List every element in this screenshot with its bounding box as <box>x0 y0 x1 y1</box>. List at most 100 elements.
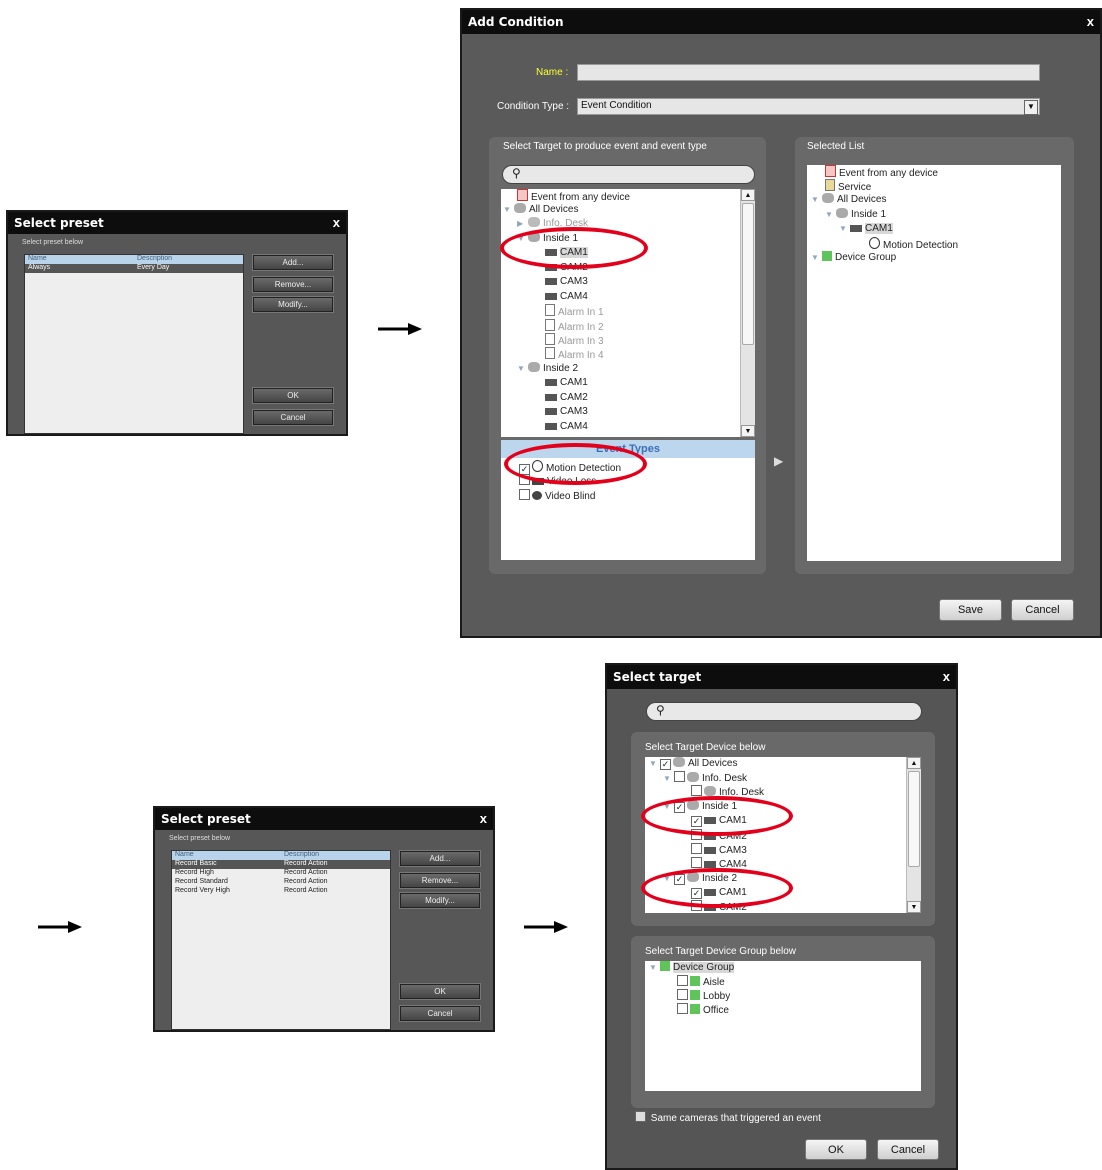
close-icon[interactable]: x <box>480 808 487 830</box>
selected-item[interactable]: Service <box>825 179 871 193</box>
selected-item[interactable]: ▼ Device Group <box>811 251 896 265</box>
list-item[interactable]: Record High Record Action <box>172 869 390 878</box>
target-panel: Select Target to produce event and event… <box>489 137 766 574</box>
add-condition-dialog: Add Condition x Name : Condition Type : … <box>460 8 1102 638</box>
cancel-button[interactable]: Cancel <box>877 1139 939 1160</box>
highlight-ellipse <box>504 443 647 485</box>
search-input[interactable]: ⚲ <box>646 702 922 721</box>
selected-item[interactable]: Motion Detection <box>869 237 958 251</box>
cancel-button[interactable]: Cancel <box>252 409 334 426</box>
select-preset-dialog-1: Select preset x Select preset below Name… <box>6 210 348 436</box>
selected-item[interactable]: Event from any device <box>825 165 938 179</box>
tree-item[interactable]: ▼ ✓ All Devices <box>649 757 737 771</box>
device-tree[interactable]: Event from any device ▼ All Devices ▶ Info… <box>501 189 755 437</box>
device-folder-icon <box>836 208 848 218</box>
scroll-thumb[interactable] <box>908 771 920 867</box>
selected-item[interactable]: ▼ Inside 1 <box>825 208 886 222</box>
item-name: Record High <box>175 869 214 876</box>
tree-item[interactable]: Office <box>677 1003 729 1017</box>
ok-button[interactable]: OK <box>252 387 334 404</box>
checkbox[interactable] <box>691 785 702 796</box>
selected-panel: Selected List Event from any device Serv… <box>795 137 1074 574</box>
chevron-down-icon[interactable]: ▼ <box>1024 100 1038 115</box>
modify-button[interactable]: Modify... <box>399 892 481 909</box>
scroll-thumb[interactable] <box>742 203 754 345</box>
event-type-item[interactable]: Video Blind <box>519 489 595 503</box>
close-icon[interactable]: x <box>333 212 340 234</box>
add-button[interactable]: Add... <box>399 850 481 867</box>
tree-item[interactable]: ▼ Device Group <box>649 961 735 975</box>
tree-item[interactable]: CAM3 <box>545 275 588 289</box>
checkbox[interactable] <box>691 843 702 854</box>
close-icon[interactable]: x <box>1087 10 1094 34</box>
tree-item[interactable]: Alarm In 1 <box>545 304 604 318</box>
scroll-down-icon[interactable]: ▼ <box>741 425 755 437</box>
name-field[interactable] <box>577 64 1040 81</box>
checkbox[interactable] <box>677 1003 688 1014</box>
device-folder-icon <box>704 786 716 796</box>
tree-item[interactable]: CAM4 <box>545 420 588 434</box>
right-arrow-icon <box>38 921 82 933</box>
remove-button[interactable]: Remove... <box>252 276 334 293</box>
ok-button[interactable]: OK <box>805 1139 867 1160</box>
scroll-up-icon[interactable]: ▲ <box>741 189 755 201</box>
right-arrow-icon <box>378 323 422 335</box>
list-item[interactable]: Record Basic Record Action <box>172 860 390 869</box>
add-to-list-icon[interactable]: ▶ <box>774 454 783 468</box>
save-button[interactable]: Save <box>939 599 1002 621</box>
device-group-icon <box>690 1004 700 1014</box>
checkbox[interactable] <box>691 857 702 868</box>
tree-scrollbar[interactable]: ▲ ▼ <box>740 189 755 437</box>
checkbox[interactable]: ✓ <box>660 759 671 770</box>
tree-item[interactable]: ▼ All Devices <box>503 203 578 217</box>
tree-item[interactable]: ▼ Info. Desk <box>663 771 747 785</box>
tree-item[interactable]: Alarm In 2 <box>545 319 604 333</box>
close-icon[interactable]: x <box>943 665 950 689</box>
selected-item[interactable]: ▼ All Devices <box>811 193 886 207</box>
camera-icon <box>545 278 557 285</box>
cancel-button[interactable]: Cancel <box>399 1005 481 1022</box>
add-button[interactable]: Add... <box>252 254 334 271</box>
selected-item[interactable]: ▼ CAM1 <box>839 222 893 236</box>
tree-item[interactable]: Alarm In 4 <box>545 347 604 361</box>
tree-item[interactable]: CAM4 <box>545 290 588 304</box>
checkbox[interactable] <box>519 489 530 500</box>
checkbox[interactable] <box>677 975 688 986</box>
remove-button[interactable]: Remove... <box>399 872 481 889</box>
modify-button[interactable]: Modify... <box>252 296 334 313</box>
tree-item[interactable]: Event from any device <box>517 189 630 203</box>
tree-item[interactable]: Alarm In 3 <box>545 333 604 347</box>
tree-item[interactable]: CAM1 <box>545 376 588 390</box>
item-name: Record Very High <box>175 887 230 894</box>
list-item[interactable]: Record Standard Record Action <box>172 878 390 887</box>
scroll-down-icon[interactable]: ▼ <box>907 901 921 913</box>
tree-item[interactable]: CAM3 <box>545 405 588 419</box>
list-item[interactable]: Record Very High Record Action <box>172 887 390 896</box>
event-icon <box>517 189 528 201</box>
checkbox[interactable] <box>677 989 688 1000</box>
tree-item[interactable]: ▼ Inside 2 <box>517 362 578 376</box>
tree-item[interactable]: Lobby <box>677 989 730 1003</box>
motion-icon <box>869 237 880 249</box>
checkbox[interactable] <box>674 771 685 782</box>
ok-button[interactable]: OK <box>399 983 481 1000</box>
tree-item[interactable]: CAM3 <box>691 843 747 857</box>
tree-item[interactable]: CAM2 <box>545 391 588 405</box>
same-cameras-option[interactable]: Same cameras that triggered an event <box>635 1111 821 1124</box>
selected-list[interactable]: Event from any device Service ▼ All Devic… <box>807 165 1061 561</box>
item-name: Always <box>28 264 51 271</box>
tree-scrollbar[interactable]: ▲ ▼ <box>906 757 921 913</box>
cancel-button[interactable]: Cancel <box>1011 599 1074 621</box>
preset-list[interactable]: Name Description Record Basic Record Act… <box>171 850 391 1030</box>
group-tree[interactable]: ▼ Device Group Aisle Lobby Office <box>645 961 921 1091</box>
list-item[interactable]: Always Every Day <box>25 264 243 273</box>
tree-item[interactable]: Aisle <box>677 975 725 989</box>
condition-type-select[interactable]: Event Condition ▼ <box>577 98 1040 115</box>
checkbox[interactable] <box>635 1111 646 1122</box>
preset-list[interactable]: Name Description Always Every Day <box>24 254 244 434</box>
search-icon: ⚲ <box>512 166 521 180</box>
dialog-title: Select preset <box>155 808 493 830</box>
scroll-up-icon[interactable]: ▲ <box>907 757 921 769</box>
search-input[interactable]: ⚲ <box>502 165 755 184</box>
device-folder-icon <box>514 203 526 213</box>
